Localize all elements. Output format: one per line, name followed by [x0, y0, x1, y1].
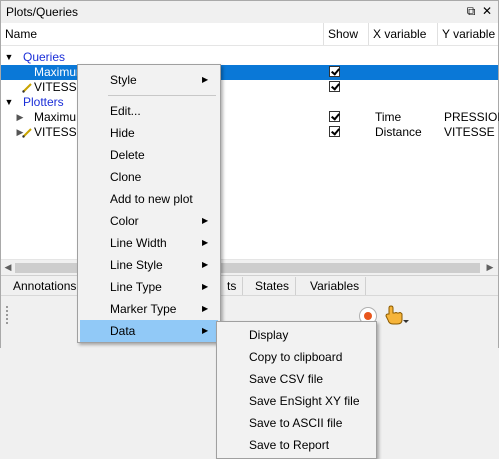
plots-tree: ▼ Queries Maximum VITESSE ▼ Plotters ▶ M…: [1, 45, 499, 259]
tree-item-plotter[interactable]: ▶ Maximu Time PRESSION: [1, 110, 499, 125]
restore-icon[interactable]: ⧉: [464, 4, 478, 18]
submenu-arrow-icon: ▶: [202, 75, 209, 84]
scroll-left-icon[interactable]: ◀: [2, 262, 14, 273]
show-checkbox[interactable]: [329, 126, 340, 137]
x-variable-cell: Distance: [375, 125, 422, 139]
group-label: Queries: [23, 50, 66, 64]
submenu-arrow-icon: ▶: [202, 282, 209, 291]
submenu-item-save-csv[interactable]: Save CSV file: [219, 368, 374, 390]
collapsed-arrow-icon[interactable]: ▶: [15, 110, 25, 125]
group-label: Plotters: [23, 95, 64, 109]
data-submenu: Display Copy to clipboard Save CSV file …: [216, 321, 377, 459]
submenu-item-save-ensight-xy[interactable]: Save EnSight XY file: [219, 390, 374, 412]
menu-item-color[interactable]: Color ▶: [80, 210, 218, 232]
panel-title: Plots/Queries: [6, 5, 79, 19]
tab-annotations[interactable]: Annotations: [7, 277, 84, 295]
pencil-icon: [22, 128, 32, 138]
menu-item-clone[interactable]: Clone: [80, 166, 218, 188]
toolbar-grip-icon[interactable]: [6, 306, 10, 324]
tree-item-query[interactable]: Maximum: [1, 65, 498, 80]
horizontal-scrollbar[interactable]: ◀ ▶: [1, 259, 498, 276]
menu-item-add-to-new-plot[interactable]: Add to new plot: [80, 188, 218, 210]
menu-item-data[interactable]: Data ▶: [80, 320, 218, 342]
column-header: Name Show X variable Y variable: [1, 23, 498, 46]
hand-pointer-icon[interactable]: [383, 304, 409, 326]
submenu-arrow-icon: ▶: [202, 326, 209, 335]
show-checkbox[interactable]: [329, 111, 340, 122]
tab-partial[interactable]: ts: [221, 277, 244, 295]
menu-item-line-style[interactable]: Line Style ▶: [80, 254, 218, 276]
y-variable-cell: PRESSION: [444, 110, 499, 124]
y-variable-cell: VITESSE: [444, 125, 495, 139]
submenu-arrow-icon: ▶: [202, 304, 209, 313]
pencil-icon: [22, 83, 32, 93]
show-checkbox[interactable]: [329, 81, 340, 92]
submenu-item-copy-to-clipboard[interactable]: Copy to clipboard: [219, 346, 374, 368]
tree-item-plotter[interactable]: ▶ VITESSE Distance VITESSE: [1, 125, 498, 140]
tab-variables[interactable]: Variables: [304, 277, 367, 295]
menu-item-hide[interactable]: Hide: [80, 122, 218, 144]
menu-item-style[interactable]: Style ▶: [80, 69, 218, 91]
submenu-arrow-icon: ▶: [202, 216, 209, 225]
submenu-item-display[interactable]: Display: [219, 324, 374, 346]
menu-item-edit[interactable]: Edit...: [80, 100, 218, 122]
x-variable-cell: Time: [375, 110, 402, 124]
tab-states[interactable]: States: [249, 277, 297, 295]
show-checkbox[interactable]: [329, 66, 340, 77]
context-menu: Style ▶ Edit... Hide Delete Clone Add to …: [77, 64, 221, 343]
scroll-right-icon[interactable]: ▶: [484, 262, 496, 273]
close-icon[interactable]: ✕: [480, 4, 494, 18]
menu-item-marker-type[interactable]: Marker Type ▶: [80, 298, 218, 320]
submenu-arrow-icon: ▶: [202, 238, 209, 247]
panel-titlebar: Plots/Queries ⧉ ✕: [1, 1, 498, 24]
tree-group-plotters[interactable]: ▼ Plotters: [1, 95, 498, 110]
submenu-item-save-to-report[interactable]: Save to Report: [219, 434, 374, 456]
menu-separator: [108, 95, 216, 96]
menu-item-line-type[interactable]: Line Type ▶: [80, 276, 218, 298]
submenu-item-save-ascii[interactable]: Save to ASCII file: [219, 412, 374, 434]
tree-item-query[interactable]: VITESSE: [1, 80, 498, 95]
item-label: Maximu: [34, 110, 77, 124]
tree-group-queries[interactable]: ▼ Queries: [1, 50, 498, 65]
menu-item-delete[interactable]: Delete: [80, 144, 218, 166]
expand-arrow-icon[interactable]: ▼: [4, 95, 14, 110]
submenu-arrow-icon: ▶: [202, 260, 209, 269]
plots-queries-panel: Plots/Queries ⧉ ✕ Name Show X variable Y…: [0, 0, 499, 348]
expand-arrow-icon[interactable]: ▼: [4, 50, 14, 65]
tab-bar: Annotations ts States Variables: [1, 275, 498, 296]
menu-item-line-width[interactable]: Line Width ▶: [80, 232, 218, 254]
